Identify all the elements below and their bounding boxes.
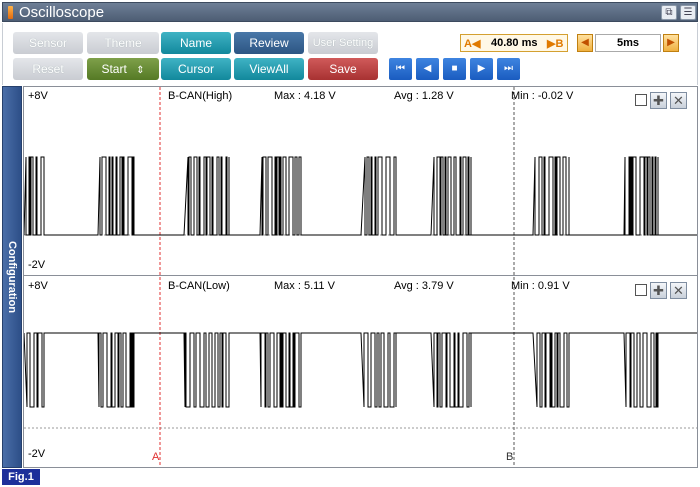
channel-low: +8V -2V B-CAN(Low) Max : 5.11 V Avg : 3.… xyxy=(24,277,697,467)
configuration-tab[interactable]: Configuration xyxy=(2,86,22,468)
waveform-high xyxy=(24,156,697,236)
last-icon[interactable]: ⏭ xyxy=(497,58,520,80)
cursor-button[interactable]: Cursor xyxy=(161,58,231,80)
channel-high-checkbox[interactable] xyxy=(635,94,647,106)
close-icon[interactable]: ✕ xyxy=(670,282,687,299)
channel-high-max: Max : 4.18 V xyxy=(274,90,336,102)
prev-icon[interactable]: ◀ xyxy=(416,58,439,80)
channel-high: +8V -2V B-CAN(High) Max : 4.18 V Avg : 1… xyxy=(24,87,697,276)
expand-icon[interactable]: ✚ xyxy=(650,92,667,109)
channel-high-plot xyxy=(24,87,697,276)
next-icon[interactable]: ▶ xyxy=(470,58,493,80)
cursor-b-marker: ▶B xyxy=(547,38,564,50)
title-bar: Oscilloscope ⧉ ☰ xyxy=(2,2,698,22)
close-icon[interactable]: ✕ xyxy=(670,92,687,109)
channel-low-name: B-CAN(Low) xyxy=(168,280,230,292)
start-button[interactable]: Start ⇕ xyxy=(87,58,159,80)
channel-low-min: Min : 0.91 V xyxy=(511,280,570,292)
window-title: Oscilloscope xyxy=(19,4,105,21)
oscilloscope-window: Oscilloscope ⧉ ☰ Sensor Theme Name Revie… xyxy=(0,0,700,487)
stop-icon[interactable]: ■ xyxy=(443,58,466,80)
reset-button[interactable]: Reset xyxy=(13,58,83,80)
channel-low-plot xyxy=(24,277,697,467)
waveform-low xyxy=(24,332,697,408)
name-button[interactable]: Name xyxy=(161,32,231,54)
configuration-label: Configuration xyxy=(6,240,18,314)
plot-area: +8V -2V B-CAN(High) Max : 4.18 V Avg : 1… xyxy=(23,86,698,468)
timescale-decrease-icon[interactable]: ◀ xyxy=(577,34,593,52)
cursor-delta-box: A◀ 40.80 ms ▶B xyxy=(460,34,568,52)
channel-low-bottom-label: -2V xyxy=(28,448,46,460)
user-setting-button[interactable]: User Setting xyxy=(308,32,378,54)
channel-low-avg: Avg : 3.79 V xyxy=(394,280,454,292)
channel-low-checkbox[interactable] xyxy=(635,284,647,296)
cursor-a-label: A xyxy=(152,451,160,463)
restore-icon[interactable]: ⧉ xyxy=(661,5,677,20)
channel-high-name: B-CAN(High) xyxy=(168,90,233,102)
menu-icon[interactable]: ☰ xyxy=(680,5,696,20)
cursor-b-label: B xyxy=(506,451,514,463)
viewall-button[interactable]: ViewAll xyxy=(234,58,304,80)
channel-high-avg: Avg : 1.28 V xyxy=(394,90,454,102)
sensor-button[interactable]: Sensor xyxy=(13,32,83,54)
toolbar: Sensor Theme Name Review User Setting Re… xyxy=(2,23,698,85)
channel-high-top-label: +8V xyxy=(28,90,48,102)
save-button[interactable]: Save xyxy=(308,58,378,80)
channel-low-top-label: +8V xyxy=(28,280,48,292)
channel-low-max: Max : 5.11 V xyxy=(274,280,335,292)
app-icon xyxy=(8,6,13,19)
cursor-a-marker: A◀ xyxy=(464,38,481,50)
review-button[interactable]: Review xyxy=(234,32,304,54)
start-label: Start xyxy=(101,62,127,76)
start-arrows-icon: ⇕ xyxy=(136,65,145,76)
channel-high-bottom-label: -2V xyxy=(28,259,46,271)
theme-button[interactable]: Theme xyxy=(87,32,159,54)
expand-icon[interactable]: ✚ xyxy=(650,282,667,299)
timescale-increase-icon[interactable]: ▶ xyxy=(663,34,679,52)
cursor-delta-value: 40.80 ms xyxy=(491,37,538,49)
timescale-value[interactable]: 5ms xyxy=(595,34,661,52)
channel-high-min: Min : -0.02 V xyxy=(511,90,574,102)
first-icon[interactable]: ⏮ xyxy=(389,58,412,80)
figure-badge: Fig.1 xyxy=(2,469,40,485)
